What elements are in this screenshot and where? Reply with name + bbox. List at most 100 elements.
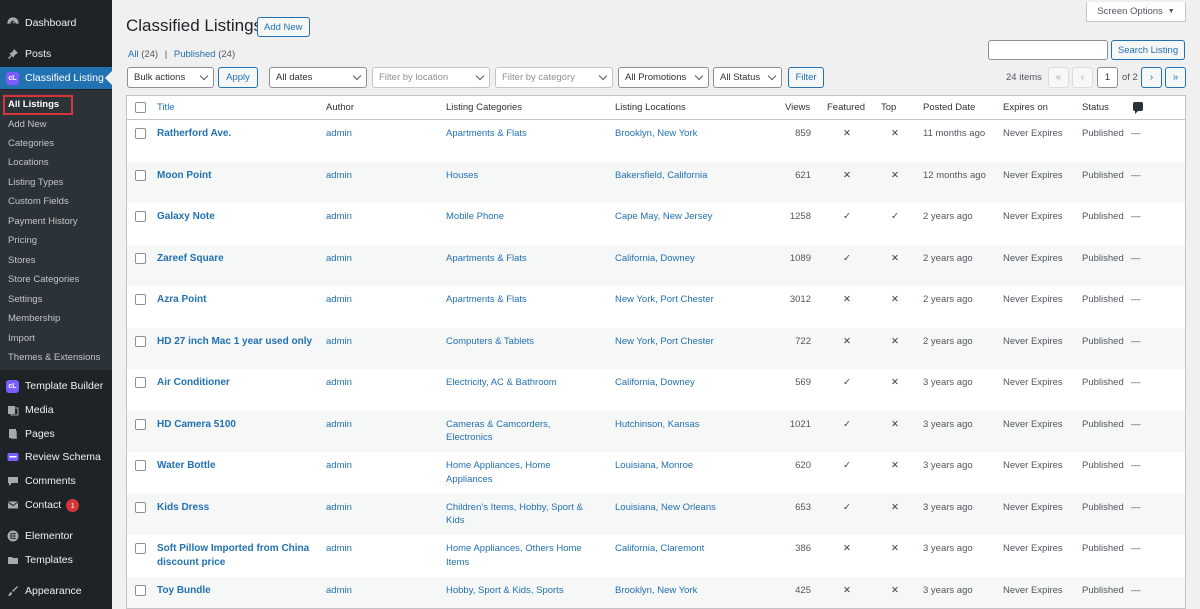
author-link[interactable]: admin [326,252,352,266]
filter-button[interactable]: Filter [788,67,824,88]
locations-links[interactable]: New York, Port Chester [615,293,714,307]
author-link[interactable]: admin [326,293,352,307]
listing-title-link[interactable]: Soft Pillow Imported from China discount… [157,542,317,569]
column-title[interactable]: Title [157,102,175,113]
locations-links[interactable]: California, Claremont [615,542,704,556]
submenu-pricing[interactable]: Pricing [8,233,37,249]
row-checkbox[interactable] [135,501,146,513]
submenu-import[interactable]: Import [8,331,35,347]
row-checkbox[interactable] [135,128,146,139]
locations-links[interactable]: Louisiana, Monroe [615,459,693,473]
categories-links[interactable]: Electricity, AC & Bathroom [446,376,596,390]
prev-page-button[interactable]: ‹ [1072,67,1093,88]
listing-title-link[interactable]: Moon Point [157,169,317,183]
submenu-locations[interactable]: Locations [8,155,49,171]
search-listing-button[interactable]: Search Listing [1111,40,1185,60]
submenu-all-listings[interactable]: All Listings [3,95,73,115]
author-link[interactable]: admin [326,459,352,473]
last-page-button[interactable]: » [1165,67,1186,88]
location-filter-select[interactable]: Filter by location [372,67,490,88]
menu-pages[interactable]: Pages [0,423,112,445]
menu-template-builder[interactable]: cL Template Builder [0,375,112,397]
listing-title-link[interactable]: Toy Bundle [157,584,317,598]
locations-links[interactable]: California, Downey [615,252,695,266]
first-page-button[interactable]: « [1048,67,1069,88]
submenu-listing-types[interactable]: Listing Types [8,175,63,191]
categories-links[interactable]: Cameras & Camcorders, Electronics [446,418,596,445]
listing-title-link[interactable]: HD 27 inch Mac 1 year used only [157,335,317,349]
menu-classified-listing[interactable]: cL Classified Listing [0,67,112,89]
author-link[interactable]: admin [326,584,352,598]
select-all-checkbox[interactable] [135,102,146,113]
row-checkbox[interactable] [135,377,146,388]
locations-links[interactable]: New York, Port Chester [615,335,714,349]
submenu-payment-history[interactable]: Payment History [8,214,78,230]
current-page-input[interactable]: 1 [1097,67,1118,88]
menu-media[interactable]: Media [0,399,112,421]
row-checkbox[interactable] [135,418,146,430]
view-published-link[interactable]: Published (24) [174,49,235,60]
categories-links[interactable]: Apartments & Flats [446,293,596,307]
submenu-custom-fields[interactable]: Custom Fields [8,194,69,210]
menu-posts[interactable]: Posts [0,43,112,65]
menu-contact[interactable]: Contact 1 [0,494,112,516]
author-link[interactable]: admin [326,501,352,515]
row-checkbox[interactable] [135,460,146,471]
menu-dashboard[interactable]: Dashboard [0,12,112,34]
row-checkbox[interactable] [135,252,146,264]
dates-select[interactable]: All dates [269,67,367,88]
apply-button[interactable]: Apply [218,67,258,88]
categories-links[interactable]: Children's Items, Hobby, Sport & Kids [446,501,596,528]
search-input[interactable] [988,40,1108,60]
categories-links[interactable]: Houses [446,169,596,183]
next-page-button[interactable]: › [1141,67,1162,88]
listing-title-link[interactable]: Air Conditioner [157,376,317,390]
author-link[interactable]: admin [326,376,352,390]
category-filter-select[interactable]: Filter by category [495,67,613,88]
author-link[interactable]: admin [326,169,352,183]
menu-templates[interactable]: Templates [0,549,112,571]
submenu-settings[interactable]: Settings [8,292,42,308]
menu-elementor[interactable]: Elementor [0,525,112,547]
menu-appearance[interactable]: Appearance [0,580,112,602]
menu-review-schema[interactable]: Review Schema [0,446,112,468]
categories-links[interactable]: Home Appliances, Home Appliances [446,459,596,486]
submenu-stores[interactable]: Stores [8,253,35,269]
listing-title-link[interactable]: HD Camera 5100 [157,418,317,432]
promotions-select[interactable]: All Promotions [618,67,709,88]
screen-options-button[interactable]: Screen Options ▼ [1086,2,1186,22]
submenu-membership[interactable]: Membership [8,311,60,327]
row-checkbox[interactable] [135,335,146,347]
author-link[interactable]: admin [326,127,352,141]
categories-links[interactable]: Mobile Phone [446,210,596,224]
categories-links[interactable]: Hobby, Sport & Kids, Sports [446,584,596,598]
menu-comments[interactable]: Comments [0,470,112,492]
locations-links[interactable]: Brooklyn, New York [615,127,697,141]
categories-links[interactable]: Apartments & Flats [446,127,596,141]
submenu-themes-extensions[interactable]: Themes & Extensions [8,350,100,366]
locations-links[interactable]: Bakersfield, California [615,169,707,183]
categories-links[interactable]: Apartments & Flats [446,252,596,266]
locations-links[interactable]: Brooklyn, New York [615,584,697,598]
categories-links[interactable]: Home Appliances, Others Home Items [446,542,596,569]
submenu-categories[interactable]: Categories [8,136,54,152]
locations-links[interactable]: Hutchinson, Kansas [615,418,700,432]
bulk-actions-select[interactable]: Bulk actions [127,67,214,88]
listing-title-link[interactable]: Water Bottle [157,459,317,473]
listing-title-link[interactable]: Kids Dress [157,501,317,515]
listing-title-link[interactable]: Galaxy Note [157,210,317,224]
row-checkbox[interactable] [135,543,146,554]
submenu-add-new[interactable]: Add New [8,117,47,133]
row-checkbox[interactable] [135,584,146,596]
locations-links[interactable]: Louisiana, New Orleans [615,501,716,515]
view-all-link[interactable]: All (24) [128,49,158,60]
status-select[interactable]: All Status [713,67,782,88]
author-link[interactable]: admin [326,418,352,432]
author-link[interactable]: admin [326,335,352,349]
row-checkbox[interactable] [135,294,146,305]
author-link[interactable]: admin [326,542,352,556]
categories-links[interactable]: Computers & Tablets [446,335,596,349]
add-new-button[interactable]: Add New [257,17,310,37]
author-link[interactable]: admin [326,210,352,224]
locations-links[interactable]: California, Downey [615,376,695,390]
